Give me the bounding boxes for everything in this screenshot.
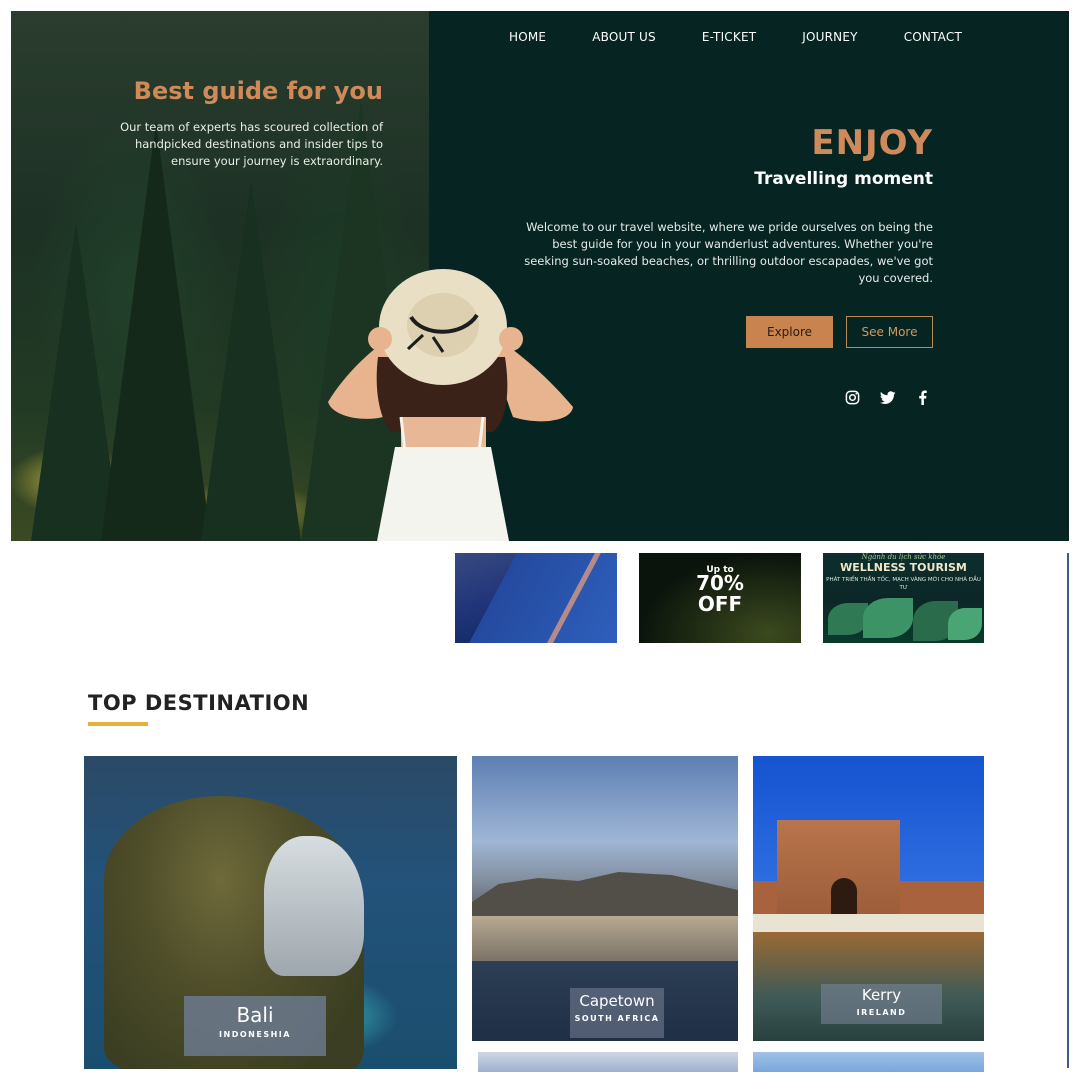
hero-text: Welcome to our travel website, where we … xyxy=(524,220,933,285)
nav-about-us[interactable]: ABOUT US xyxy=(592,30,656,44)
destination-card-partial[interactable] xyxy=(753,1052,984,1072)
hero-copy: ENJOY Travelling moment Welcome to our t… xyxy=(513,123,933,287)
forest-text: Our team of experts has scoured collecti… xyxy=(120,120,383,168)
destination-label: Bali INDONESHIA xyxy=(184,996,326,1056)
destination-label: Kerry IRELAND xyxy=(821,984,942,1024)
forest-copy: Best guide for you Our team of experts h… xyxy=(111,77,383,170)
promo-off: OFF xyxy=(697,592,743,616)
hero-title: ENJOY xyxy=(811,123,933,163)
promo-percent: 70% xyxy=(696,571,744,595)
facebook-icon[interactable] xyxy=(913,388,932,407)
wellness-kicker: Ngành du lịch sức khỏe xyxy=(861,553,946,561)
destination-country: SOUTH AFRICA xyxy=(574,1014,660,1023)
promo-banner-road[interactable] xyxy=(455,553,617,643)
hero-buttons: Explore See More xyxy=(746,316,933,348)
forest-title: Best guide for you xyxy=(133,77,383,105)
twitter-icon[interactable] xyxy=(878,388,897,407)
title-underline xyxy=(88,722,148,726)
destination-city: Bali xyxy=(236,1003,274,1027)
woman-with-hat-image xyxy=(328,269,573,541)
leaf-graphic xyxy=(828,603,868,635)
hero-subtitle: Travelling moment xyxy=(754,169,933,189)
rock-cliff-graphic xyxy=(264,836,364,976)
nav-home[interactable]: HOME xyxy=(509,30,546,44)
explore-button[interactable]: Explore xyxy=(746,316,833,348)
top-destination-title: TOP DESTINATION xyxy=(88,691,310,715)
nav-e-ticket[interactable]: E-TICKET xyxy=(702,30,756,44)
right-border-line xyxy=(1067,553,1069,1068)
social-links xyxy=(843,388,932,407)
see-more-button[interactable]: See More xyxy=(846,316,933,348)
leaf-graphic xyxy=(948,608,982,640)
instagram-icon[interactable] xyxy=(843,388,862,407)
destination-country: INDONESHIA xyxy=(219,1030,291,1039)
destination-city: Capetown xyxy=(579,992,655,1010)
wellness-subtitle: PHÁT TRIỂN THẦN TỐC, MẠCH VÀNG MỚI CHO N… xyxy=(826,577,981,591)
nav-contact[interactable]: CONTACT xyxy=(904,30,962,44)
destination-label: Capetown SOUTH AFRICA xyxy=(570,988,664,1038)
destination-country: IRELAND xyxy=(856,1008,907,1017)
destination-card-partial[interactable] xyxy=(478,1052,738,1072)
main-nav: HOME ABOUT US E-TICKET JOURNEY CONTACT xyxy=(509,30,1008,44)
hero-section: Best guide for you Our team of experts h… xyxy=(11,11,1069,541)
destination-card-bali[interactable]: Bali INDONESHIA xyxy=(84,756,457,1069)
destination-city: Kerry xyxy=(861,986,902,1004)
tree xyxy=(101,121,211,541)
promo-banner-discount[interactable]: Up to 70% OFF xyxy=(639,553,801,643)
leaf-graphic xyxy=(863,598,913,638)
destination-card-capetown[interactable]: Capetown SOUTH AFRICA xyxy=(472,756,738,1041)
city-graphic xyxy=(472,916,738,961)
promo-banner-wellness[interactable]: Ngành du lịch sức khỏe WELLNESS TOURISM … xyxy=(823,553,984,643)
fort-arch-graphic xyxy=(831,878,857,916)
destination-card-kerry[interactable]: Kerry IRELAND xyxy=(753,756,984,1041)
nav-journey[interactable]: JOURNEY xyxy=(802,30,857,44)
pool-edge-graphic xyxy=(753,914,984,932)
wellness-title: WELLNESS TOURISM xyxy=(840,561,967,574)
